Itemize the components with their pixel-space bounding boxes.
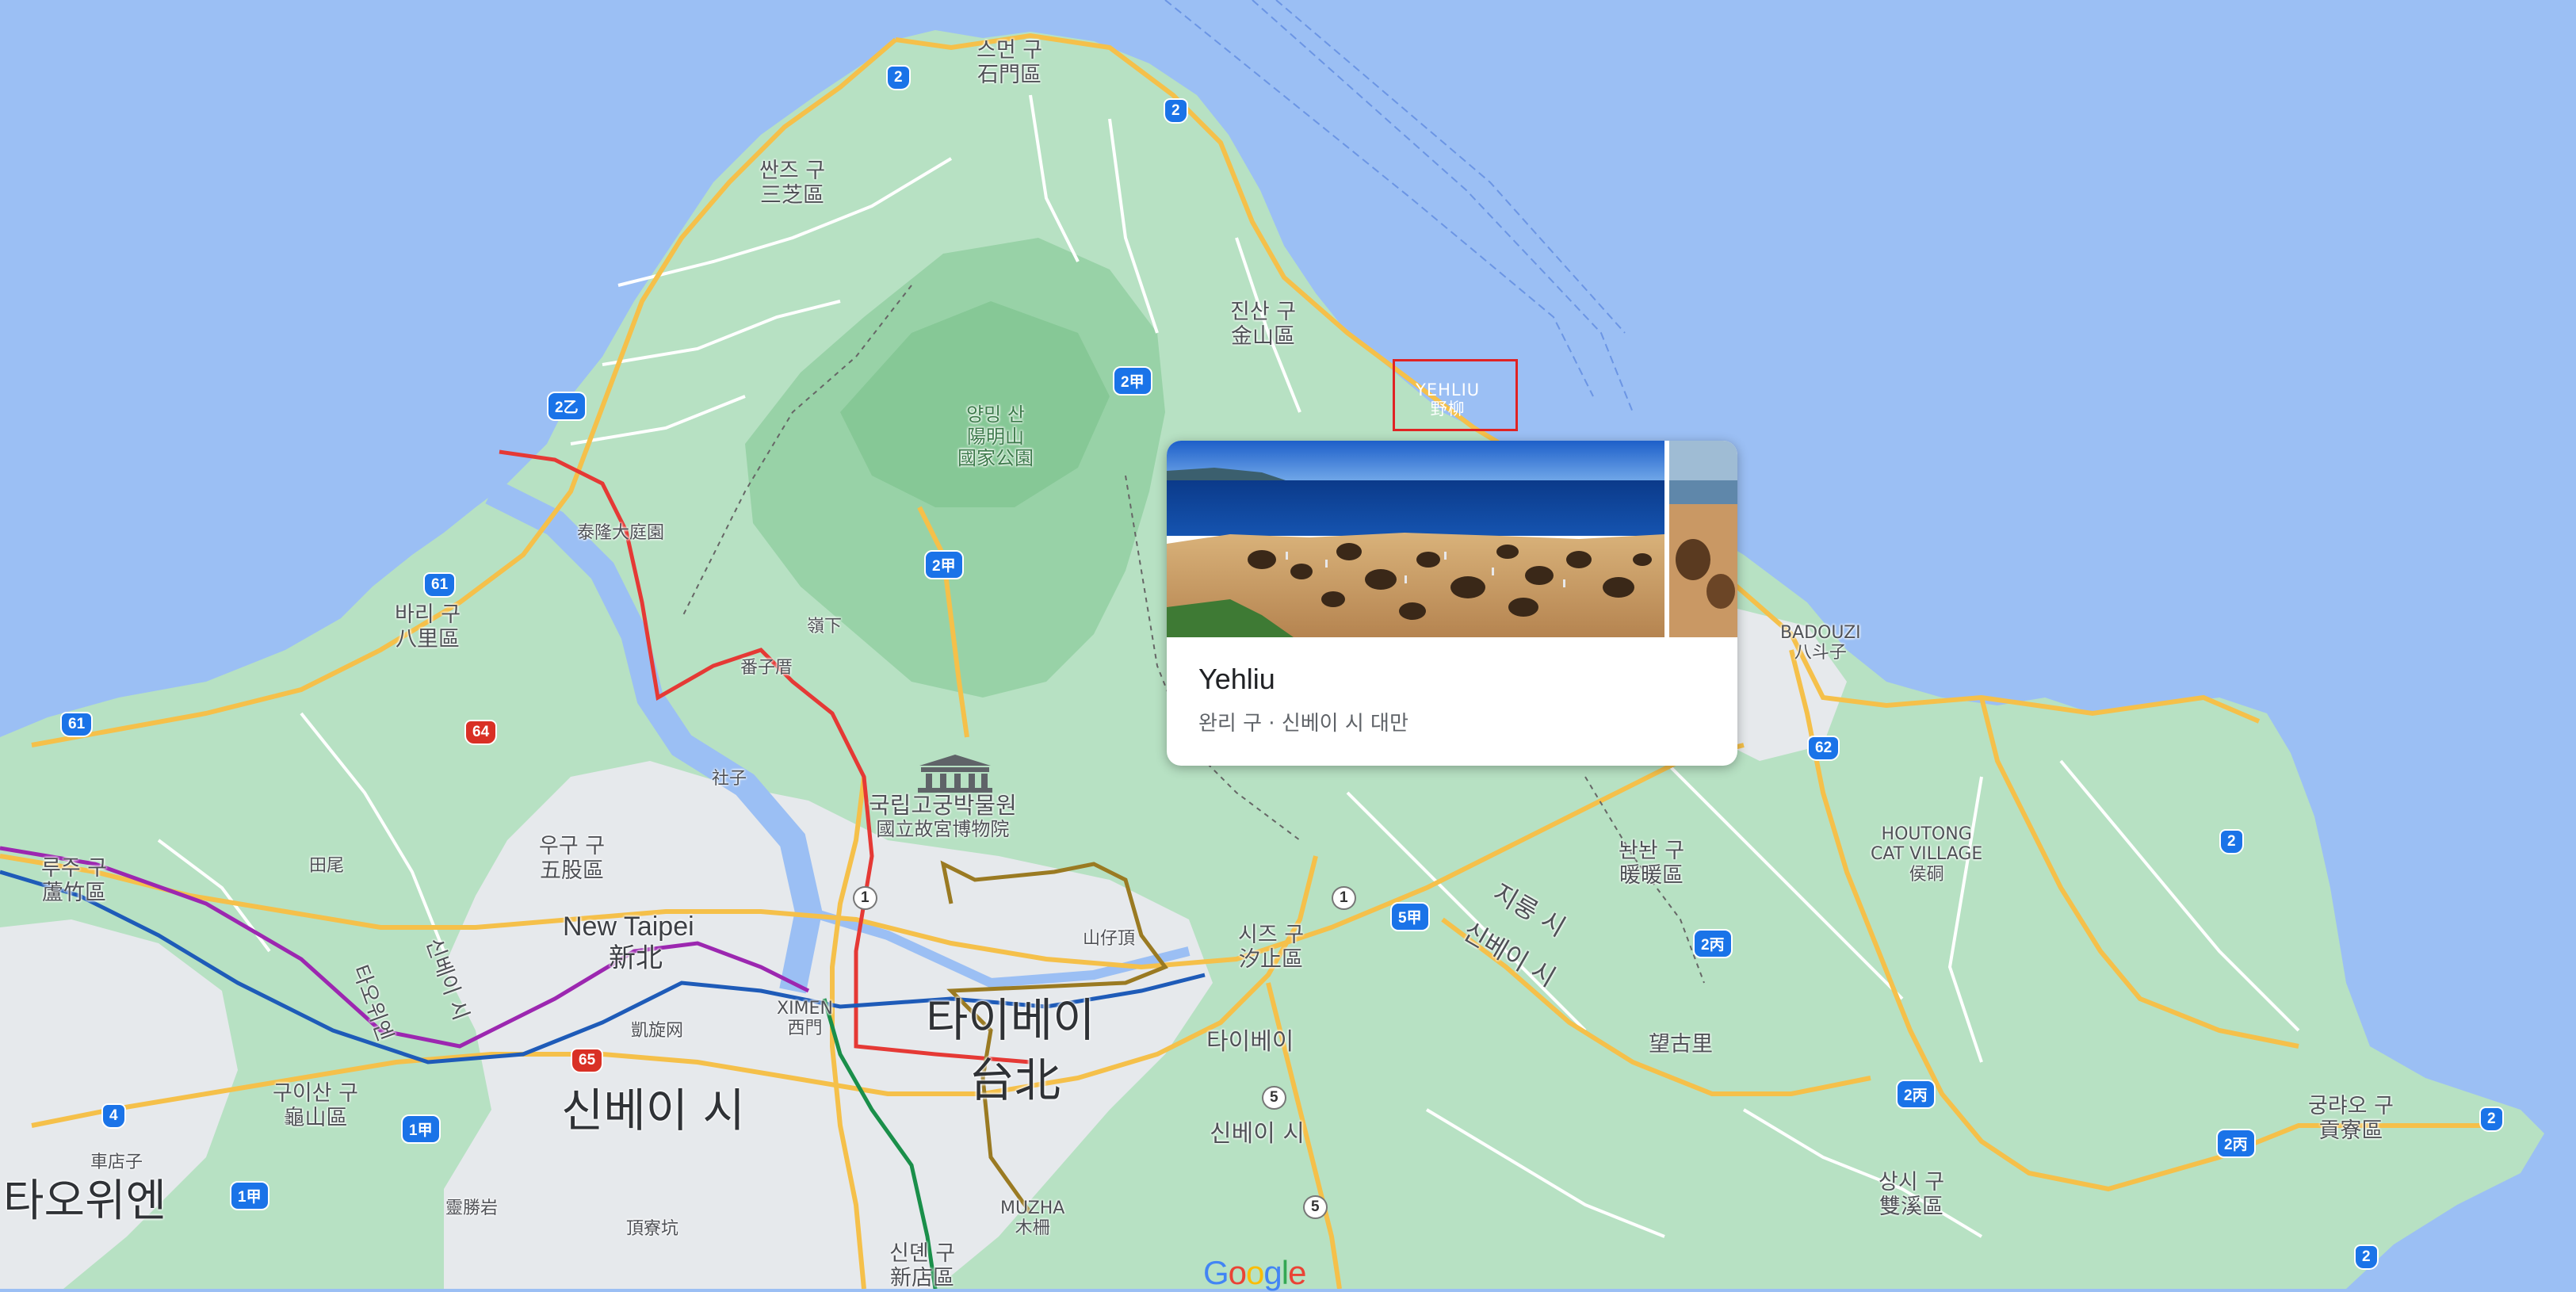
- label-new-taipei-ko: 신베이 시: [561, 1084, 745, 1137]
- road-shield-icon: 2: [2219, 829, 2244, 854]
- label-xinbei-small: 신베이 시: [1210, 1120, 1305, 1148]
- place-card-title[interactable]: Yehliu: [1198, 663, 1275, 696]
- label-xindian: 신뎬 구 新店區: [889, 1241, 956, 1291]
- label-shuangxi: 상시 구 雙溪區: [1878, 1170, 1945, 1220]
- label-wugu: 우구 구 五股區: [539, 834, 606, 884]
- road-shield-icon: 1: [853, 886, 877, 910]
- road-shield-icon: 1甲: [401, 1114, 441, 1144]
- road-shield-icon: 1: [1332, 886, 1356, 910]
- label-xizhi: 시즈 구 汐止區: [1238, 923, 1305, 973]
- place-photo[interactable]: [1167, 441, 1664, 637]
- road-shield-icon: 62: [1807, 736, 1840, 761]
- road-shield-icon: 61: [423, 572, 457, 598]
- google-logo: Google: [1203, 1254, 1306, 1291]
- label-bali: 바리 구 八里區: [395, 602, 461, 652]
- label-tianwei: 田尾: [309, 856, 345, 876]
- road-shield-icon: 2丙: [1896, 1080, 1936, 1109]
- label-wanggu: 望古里: [1649, 1032, 1713, 1057]
- label-fanzi: 番子厝: [740, 658, 793, 678]
- label-luzhu: 루주 구 蘆竹區: [41, 856, 108, 906]
- label-museum: 국립고궁박물원 國立故宮博物院: [869, 792, 1017, 841]
- place-photo-secondary[interactable]: [1669, 441, 1737, 637]
- road-shield-icon: 2: [2479, 1107, 2504, 1132]
- label-shezi: 社子: [712, 769, 747, 789]
- label-taoyuan: 타오위엔: [3, 1175, 167, 1227]
- label-sanzhi: 싼즈 구 三芝區: [759, 159, 826, 208]
- place-card[interactable]: Yehliu 완리 구 · 신베이 시 대만: [1167, 441, 1737, 766]
- label-jinshan: 진산 구 金山區: [1230, 300, 1297, 350]
- road-shield-icon: 65: [571, 1048, 604, 1073]
- road-shield-icon: 2丙: [2216, 1129, 2256, 1158]
- road-shield-icon: 2甲: [1113, 366, 1152, 396]
- label-muzha: MUZHA 木柵: [1000, 1198, 1065, 1239]
- label-badouzi: BADOUZI 八斗子: [1780, 623, 1861, 663]
- road-shield-icon: 5: [1303, 1195, 1328, 1219]
- label-lingshengyan: 靈勝岩: [445, 1198, 499, 1218]
- label-nuannuan: 놘놘 구 暖暖區: [1619, 839, 1685, 889]
- selected-place-marker[interactable]: [1393, 359, 1518, 431]
- label-shanziding: 山仔頂: [1083, 929, 1136, 949]
- label-shimen: 스먼 구 石門區: [977, 38, 1043, 88]
- label-ximen: XIMEN 西門: [777, 999, 833, 1039]
- label-dinglaokeng: 頂寮坑: [626, 1219, 679, 1239]
- road-shield-icon: 1甲: [230, 1181, 269, 1210]
- label-guishan: 구이산 구 龜山區: [273, 1081, 358, 1131]
- label-gongliao: 궁랴오 구 貢寮區: [2308, 1094, 2394, 1144]
- label-kaixuan: 凱旋网: [631, 1021, 684, 1041]
- label-taipei-small: 타이베이: [1206, 1028, 1294, 1056]
- museum-icon: [918, 755, 992, 793]
- road-shield-icon: 2: [2354, 1244, 2379, 1270]
- label-tamsui-area: 泰隆大庭園: [577, 523, 665, 543]
- label-new-taipei-en: New Taipei: [563, 912, 694, 942]
- road-shield-icon: 4: [101, 1103, 126, 1129]
- label-houtong: HOUTONG CAT VILLAGE 侯硐: [1871, 824, 1983, 885]
- label-new-taipei-zh: 新北: [609, 942, 663, 974]
- road-shield-icon: 5甲: [1390, 902, 1430, 931]
- place-card-subtitle: 완리 구 · 신베이 시 대만: [1198, 712, 1408, 736]
- label-yangmingshan: 양밍 산 陽明山 國家公園: [957, 403, 1034, 470]
- road-shield-icon: 2甲: [924, 550, 964, 579]
- road-shield-icon: 61: [60, 712, 94, 737]
- road-shield-icon: 64: [464, 720, 498, 745]
- road-shield-icon: 2丙: [1693, 929, 1733, 958]
- label-lingxia: 嶺下: [807, 617, 843, 636]
- label-taipei-ko: 타이베이: [926, 993, 1095, 1047]
- road-shield-icon: 2: [886, 65, 911, 90]
- label-chedian: 車店子: [90, 1152, 143, 1172]
- road-shield-icon: 2乙: [547, 392, 587, 421]
- road-shield-icon: 2: [1164, 98, 1188, 124]
- label-taipei-zh: 台北: [969, 1053, 1061, 1107]
- road-shield-icon: 5: [1262, 1086, 1286, 1110]
